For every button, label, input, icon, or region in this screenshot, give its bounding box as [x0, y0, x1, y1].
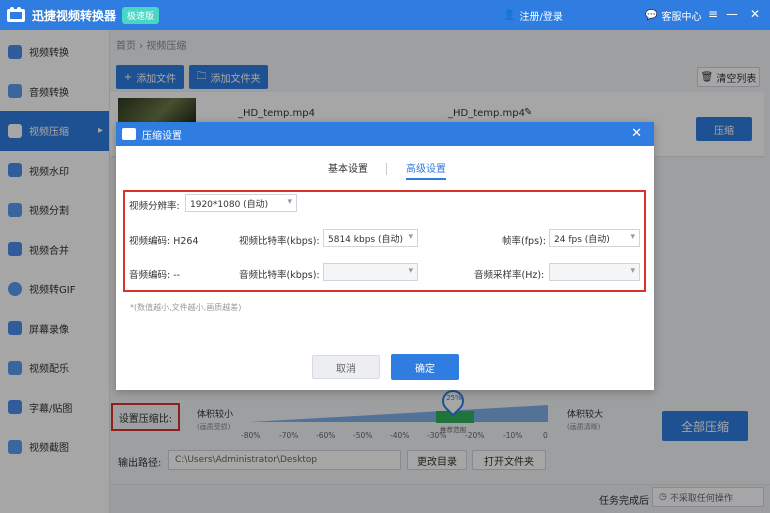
tab-basic-settings[interactable]: 基本设置 [328, 160, 368, 175]
audio-codec-text: 音频编码: -- [129, 270, 181, 281]
audio-sample-rate-label: 音频采样率(Hz): [474, 270, 545, 281]
app-logo-icon [7, 7, 25, 22]
login-label: 注册/登录 [519, 12, 563, 23]
chat-icon: 💬 [645, 10, 658, 21]
title-bar: 迅捷视频转换器 极速版 👤 注册/登录 💬 客服中心 ≡ — ✕ [0, 0, 770, 30]
dialog-tabs: 基本设置 高级设置 [116, 160, 654, 180]
edition-badge: 极速版 [122, 6, 160, 24]
dialog-header: 压缩设置 [116, 122, 654, 146]
login-link[interactable]: 👤 注册/登录 [503, 8, 563, 23]
audio-bitrate-label: 音频比特率(kbps): [239, 270, 320, 281]
confirm-button[interactable]: 确定 [391, 354, 459, 380]
app-title: 迅捷视频转换器 [32, 8, 117, 23]
video-codec-text: 视频编码: H264 [129, 236, 199, 247]
fps-label: 帧率(fps): [502, 236, 546, 247]
menu-icon[interactable]: ≡ [708, 7, 718, 21]
video-bitrate-select[interactable]: 5814 kbps (自动) [323, 229, 418, 247]
tab-advanced-settings[interactable]: 高级设置 [406, 160, 446, 180]
dialog-close-icon[interactable]: ✕ [631, 126, 642, 141]
fps-select[interactable]: 24 fps (自动) [549, 229, 640, 247]
audio-bitrate-select[interactable] [323, 263, 418, 281]
settings-hint: *(数值越小,文件越小,画质越差) [130, 303, 242, 312]
audio-sample-rate-select[interactable] [549, 263, 640, 281]
customer-service-link[interactable]: 💬 客服中心 [645, 8, 701, 23]
service-label: 客服中心 [661, 12, 702, 23]
user-icon: 👤 [503, 10, 516, 21]
close-button[interactable]: ✕ [750, 7, 760, 21]
resolution-label: 视频分辨率: [129, 201, 180, 212]
dialog-title: 压缩设置 [142, 130, 182, 142]
video-bitrate-label: 视频比特率(kbps): [239, 236, 320, 247]
tab-divider [386, 163, 387, 175]
minimize-button[interactable]: — [726, 7, 738, 21]
resolution-select[interactable]: 1920*1080 (自动) [185, 194, 297, 212]
cancel-button[interactable]: 取消 [312, 355, 380, 379]
camera-icon [122, 128, 136, 140]
